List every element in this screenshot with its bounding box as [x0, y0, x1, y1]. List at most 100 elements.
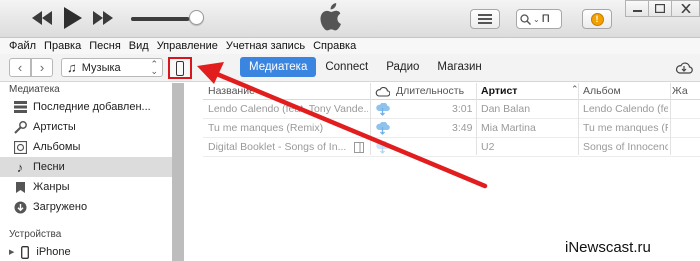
list-view-button[interactable]: [470, 9, 500, 29]
song-duration: 3:01: [452, 103, 473, 115]
disclosure-triangle-icon[interactable]: ▶: [9, 248, 14, 256]
column-header-duration[interactable]: Длительность: [396, 85, 464, 97]
recently-added-icon: [13, 101, 27, 113]
chevron-right-icon: ›: [39, 60, 45, 75]
sidebar-item-songs[interactable]: ♪ Песни: [0, 157, 172, 177]
watermark: iNewscast.ru: [565, 239, 651, 256]
maximize-icon: [655, 4, 665, 13]
sidebar-item-label: Последние добавлен...: [33, 101, 151, 113]
column-header-artist[interactable]: Артист: [481, 85, 517, 97]
forward-button[interactable]: ›: [31, 58, 53, 77]
search-value: П: [541, 13, 550, 25]
toolbar: ‹ › ♫ Музыка ⌃ ⌄ Медиатека Connect Радио …: [0, 54, 700, 82]
booklet-icon: [354, 142, 364, 153]
cloud-download-icon[interactable]: [375, 122, 390, 135]
rewind-icon: [32, 11, 52, 25]
menu-view[interactable]: Вид: [125, 38, 153, 54]
fast-forward-icon: [93, 11, 113, 25]
song-album: Lendo Calendo (feat...: [583, 103, 668, 115]
artist-icon: [13, 120, 27, 134]
sidebar-item-albums[interactable]: Альбомы: [0, 137, 172, 157]
alert-icon: !: [590, 12, 604, 26]
sidebar-item-genres[interactable]: Жанры: [0, 177, 172, 197]
previous-track-button[interactable]: [32, 9, 52, 27]
music-note-icon: ♪: [16, 159, 24, 175]
song-artist: Mia Martina: [481, 122, 536, 134]
tab-connect[interactable]: Connect: [316, 57, 377, 77]
table-row[interactable]: Lendo Calendo (feat. Tony Vande... 3:01 …: [203, 100, 700, 119]
iphone-icon: [176, 60, 184, 76]
notifications-button[interactable]: !: [582, 9, 612, 29]
sidebar-item-iphone[interactable]: ▶ iPhone: [0, 242, 172, 261]
menu-controls[interactable]: Управление: [153, 38, 222, 54]
menu-help[interactable]: Справка: [309, 38, 360, 54]
song-artist: U2: [481, 141, 495, 153]
list-icon: [478, 14, 492, 24]
column-header-genre[interactable]: Жа: [672, 85, 688, 97]
chevron-left-icon: ‹: [17, 60, 23, 75]
tab-store[interactable]: Магазин: [428, 57, 490, 77]
cloud-download-icon[interactable]: [375, 141, 390, 154]
minimize-icon: [632, 10, 642, 12]
menu-file[interactable]: Файл: [0, 38, 40, 54]
menu-song[interactable]: Песня: [85, 38, 125, 54]
sidebar-scrollbar[interactable]: [172, 83, 184, 261]
library-tabs: Медиатека Connect Радио Магазин: [240, 57, 491, 77]
genre-icon: [13, 181, 27, 194]
device-button[interactable]: [168, 57, 192, 79]
sidebar-item-label: Загружено: [33, 201, 88, 213]
sidebar-item-label: Жанры: [33, 181, 70, 193]
music-note-icon: ♫: [67, 60, 77, 75]
table-row[interactable]: Digital Booklet - Songs of In... U2 Song…: [203, 138, 700, 157]
back-button[interactable]: ‹: [9, 58, 31, 77]
play-button[interactable]: [62, 6, 84, 30]
column-divider: [370, 83, 371, 155]
sidebar-item-label: Песни: [33, 161, 65, 173]
sidebar-item-label: Альбомы: [33, 141, 81, 153]
volume-level: [131, 17, 189, 21]
songs-table: Название Длительность Артист ⌃ Альбом Жа…: [203, 83, 700, 157]
minimize-button[interactable]: [625, 0, 649, 17]
cloud-download-icon[interactable]: [375, 103, 390, 116]
menu-bar: Файл Правка Песня Вид Управление Учетная…: [0, 38, 700, 54]
cloud-status-icon[interactable]: [375, 86, 390, 97]
title-bar: ⌄ П !: [0, 0, 700, 38]
chevron-down-icon: ⌄: [533, 14, 540, 24]
menu-edit[interactable]: Правка: [40, 38, 85, 54]
sidebar-section-library: Медиатека: [9, 84, 60, 95]
song-artist: Dan Balan: [481, 103, 531, 115]
sidebar-item-label: iPhone: [36, 246, 71, 258]
table-header: Название Длительность Артист ⌃ Альбом Жа: [203, 83, 700, 100]
chevron-updown-icon: ⌃ ⌄: [150, 59, 158, 76]
next-track-button[interactable]: [92, 9, 114, 27]
song-title: Tu me manques (Remix): [208, 122, 324, 134]
sidebar-item-artists[interactable]: Артисты: [0, 117, 172, 137]
tab-library[interactable]: Медиатека: [240, 57, 317, 77]
column-header-album[interactable]: Альбом: [583, 85, 621, 97]
tab-radio[interactable]: Радио: [377, 57, 428, 77]
close-button[interactable]: [671, 0, 700, 17]
volume-knob[interactable]: [189, 10, 204, 25]
sidebar-section-devices: Устройства: [9, 229, 62, 240]
cloud-download-icon[interactable]: [675, 61, 693, 74]
sidebar-item-downloaded[interactable]: Загружено: [0, 197, 172, 217]
song-title: Lendo Calendo (feat. Tony Vande...: [208, 103, 368, 115]
column-divider: [476, 83, 477, 155]
column-divider: [670, 83, 671, 155]
sidebar-item-recently-added[interactable]: Последние добавлен...: [0, 97, 172, 117]
sidebar-item-label: Артисты: [33, 121, 76, 133]
close-icon: [680, 4, 691, 13]
song-duration: 3:49: [452, 122, 473, 134]
iphone-icon: [18, 245, 32, 259]
download-icon: [13, 201, 27, 214]
column-header-title[interactable]: Название: [208, 85, 255, 97]
table-row[interactable]: Tu me manques (Remix) 3:49 Mia Martina T…: [203, 119, 700, 138]
maximize-button[interactable]: [648, 0, 672, 17]
sidebar: Медиатека Последние добавлен... Артисты …: [0, 83, 172, 261]
song-title: Digital Booklet - Songs of In...: [208, 141, 347, 153]
media-type-select[interactable]: ♫ Музыка ⌃ ⌄: [61, 58, 163, 77]
media-type-label: Музыка: [81, 61, 121, 74]
song-album: Tu me manques (Remi...: [583, 122, 668, 134]
menu-account[interactable]: Учетная запись: [222, 38, 309, 54]
search-input[interactable]: ⌄ П: [516, 9, 562, 29]
